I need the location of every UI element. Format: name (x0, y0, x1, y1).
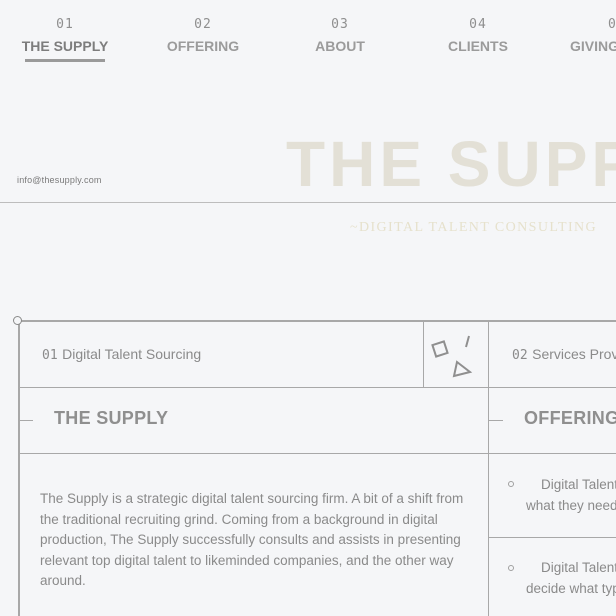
shapes-icon (431, 335, 473, 378)
title-dash (489, 420, 503, 421)
tab-digital-talent-sourcing[interactable]: 01 Digital Talent Sourcing (42, 346, 201, 364)
offering-item: Digital Talent what they need (526, 475, 616, 516)
nav-number: 01 (56, 17, 74, 32)
active-nav-indicator (25, 59, 105, 62)
tab-services-provided[interactable]: 02 Services Provided (512, 346, 616, 364)
nav-item-offering[interactable]: 02 OFFERING (133, 16, 273, 56)
nav-label: THE SUPPLY (21, 38, 109, 54)
grid-line (488, 537, 616, 538)
nav-number: 05 (608, 17, 616, 32)
nav-item-giving[interactable]: 05 GIVING (546, 16, 616, 56)
nav-label: GIVING (570, 38, 616, 54)
nav-label: OFFERING (166, 38, 240, 54)
section-title-offering: OFFERING (524, 408, 616, 428)
offering-item-line: what they need (526, 497, 616, 513)
email-link[interactable]: info@thesupply.com (17, 175, 102, 185)
tab-label: Services Provided (532, 346, 616, 362)
tagline: ~DIGITAL TALENT CONSULTING (350, 220, 598, 235)
title-dash (19, 420, 33, 421)
tab-number: 02 (512, 348, 528, 363)
offering-item-line: Digital Talent (541, 477, 616, 492)
offering-item-line: Digital Talent (541, 560, 616, 575)
tab-number: 01 (42, 348, 58, 363)
section-title-the-supply: THE SUPPLY (54, 408, 169, 428)
grid-line (18, 453, 616, 454)
brand-logo: THE SUPPLY (286, 128, 616, 200)
nav-label: ABOUT (315, 38, 365, 54)
grid-line (488, 320, 489, 616)
header-divider (0, 202, 616, 203)
nav-item-clients[interactable]: 04 CLIENTS (408, 16, 548, 56)
nav-number: 04 (469, 17, 487, 32)
offering-item: Digital Talent decide what typ (526, 558, 616, 599)
grid-line (423, 320, 424, 387)
nav-number: 03 (331, 17, 349, 32)
grid-line-left (18, 320, 20, 616)
nav-item-about[interactable]: 03 ABOUT (270, 16, 410, 56)
tab-label: Digital Talent Sourcing (62, 346, 202, 362)
grid-line-top (18, 320, 616, 322)
nav-item-the-supply[interactable]: 01 THE SUPPLY (0, 16, 135, 56)
bullet-icon (508, 565, 514, 571)
offering-item-line: decide what typ (526, 580, 616, 596)
grid-line (18, 387, 616, 388)
nav-label: CLIENTS (448, 38, 508, 54)
bullet-icon (508, 481, 514, 487)
corner-dot (13, 316, 22, 325)
nav-number: 02 (194, 17, 212, 32)
supply-description: The Supply is a strategic digital talent… (40, 491, 464, 588)
